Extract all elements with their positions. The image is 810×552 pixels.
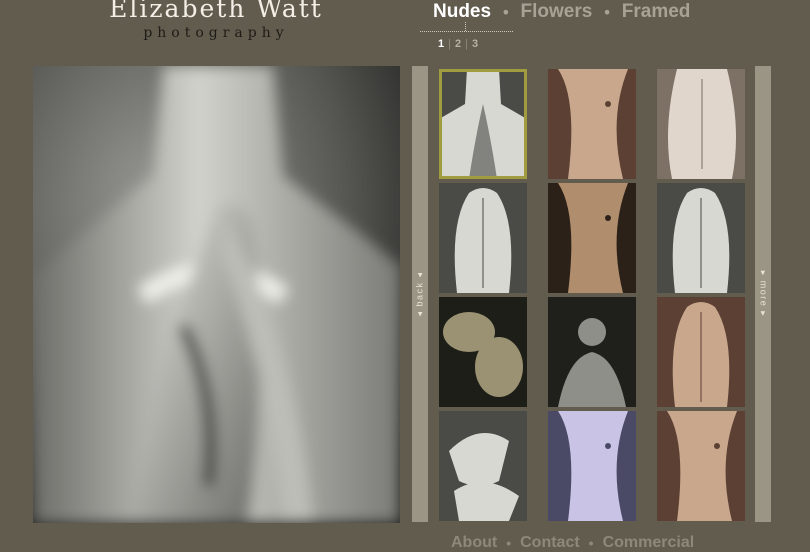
- footer-link-contact[interactable]: Contact: [520, 534, 580, 552]
- thumbnail[interactable]: [439, 297, 527, 407]
- nav-separator: •: [602, 2, 612, 22]
- praying-hands-photo: [33, 66, 400, 523]
- page-nav: 1 | 2 | 3: [438, 38, 479, 50]
- thumbnail[interactable]: [657, 183, 745, 293]
- nav-framed[interactable]: Framed: [622, 1, 691, 23]
- back-button[interactable]: ◂ back ◂: [412, 66, 428, 522]
- footer-link-about[interactable]: About: [451, 534, 497, 552]
- back-icon: [657, 297, 745, 407]
- nav-nudes[interactable]: Nudes: [433, 1, 491, 23]
- back-icon: [439, 183, 527, 293]
- page-link-2[interactable]: 2: [455, 38, 462, 50]
- nav-flowers[interactable]: Flowers: [521, 1, 593, 23]
- thumbnail[interactable]: [548, 411, 636, 521]
- thumbnail[interactable]: [657, 297, 745, 407]
- thumbnail[interactable]: [548, 183, 636, 293]
- torso-icon: [548, 69, 636, 179]
- thumbnail[interactable]: [548, 69, 636, 179]
- footer-link-commercial[interactable]: Commercial: [603, 534, 695, 552]
- page-link-3[interactable]: 3: [472, 38, 479, 50]
- nav-underline: [420, 31, 513, 32]
- torso-back-icon: [657, 69, 745, 179]
- thumbnail[interactable]: [657, 411, 745, 521]
- footer-nav: About • Contact • Commercial: [451, 534, 694, 552]
- thumbnail[interactable]: [439, 183, 527, 293]
- thumbnail[interactable]: [657, 69, 745, 179]
- more-button[interactable]: ▸ more ▸: [755, 66, 771, 522]
- thumbnail[interactable]: [548, 297, 636, 407]
- torso-icon: [548, 183, 636, 293]
- thumbnail[interactable]: [439, 69, 527, 179]
- more-label: ▸ more ▸: [758, 270, 769, 318]
- page-divider: |: [465, 38, 469, 50]
- category-nav: Nudes • Flowers • Framed: [433, 0, 690, 24]
- feet-icon: [439, 297, 527, 407]
- torso-icon: [657, 411, 745, 521]
- thumbnail[interactable]: [439, 411, 527, 521]
- back-label: ◂ back ◂: [414, 271, 425, 317]
- main-photo: [33, 66, 400, 523]
- footer-separator: •: [506, 535, 512, 551]
- figure-icon: [548, 297, 636, 407]
- back-icon: [657, 183, 745, 293]
- brand-tagline: photography: [143, 25, 289, 41]
- page-divider: |: [448, 38, 452, 50]
- brand-logo[interactable]: Elizabeth Watt photography: [96, 0, 336, 42]
- hands-icon: [439, 411, 527, 521]
- torso-icon: [548, 411, 636, 521]
- praying-hands-icon: [439, 69, 527, 179]
- nav-pointer: [465, 22, 466, 31]
- footer-separator: •: [588, 535, 594, 551]
- nav-separator: •: [501, 2, 511, 22]
- brand-name: Elizabeth Watt: [109, 0, 323, 23]
- page-link-1[interactable]: 1: [438, 38, 445, 50]
